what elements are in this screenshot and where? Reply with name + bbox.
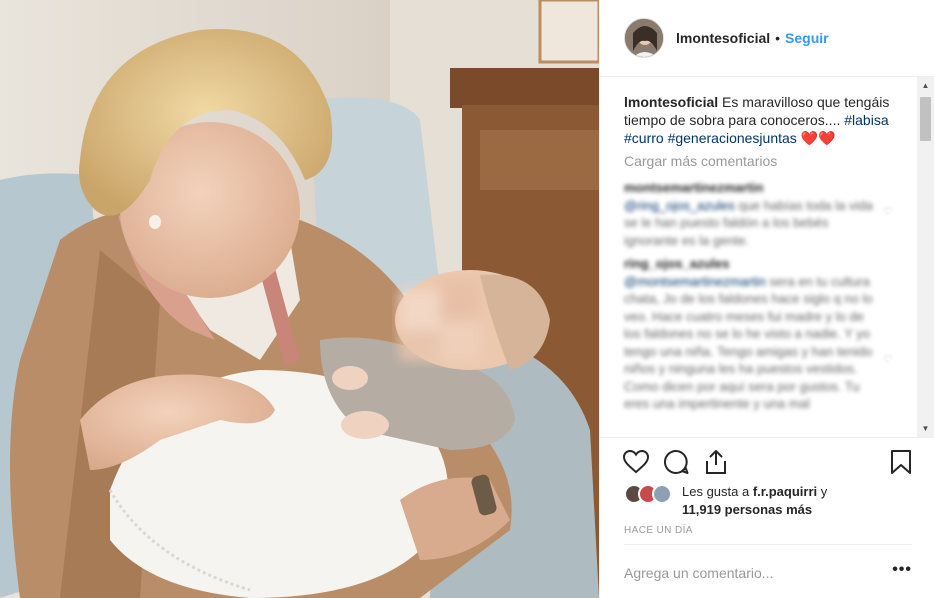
post-photo[interactable] (0, 0, 599, 598)
post-header: lmontesoficial • Seguir (600, 0, 934, 77)
more-options-icon[interactable]: ••• (892, 561, 912, 579)
scroll-up-arrow-icon[interactable]: ▲ (917, 77, 934, 94)
comment-bubble-icon[interactable] (662, 448, 690, 476)
scrollbar-thumb[interactable] (920, 97, 931, 141)
bookmark-icon[interactable] (887, 448, 915, 476)
header-username[interactable]: lmontesoficial (676, 30, 770, 46)
comment-text: sera en tu cultura chata, Jo de los fald… (624, 273, 873, 412)
likers-avatars[interactable] (624, 484, 676, 504)
comments-scrollbar[interactable]: ▲ ▼ (917, 77, 934, 437)
comment-input[interactable]: Agrega un comentario... (624, 565, 773, 581)
comment-like-icon[interactable]: ♡ (883, 205, 893, 218)
add-comment-section: Agrega un comentario... ••• (624, 544, 912, 598)
likes-summary: Les gusta a f.r.paquirri y 11,919 person… (682, 483, 882, 519)
follow-button[interactable]: Seguir (785, 30, 829, 46)
comment-item: ring_ojos_azules @montsemartinezmartin s… (624, 255, 874, 413)
likes-conjunction: y (820, 484, 828, 499)
post-timestamp[interactable]: HACE UN DÍA (624, 525, 693, 536)
comment-mention[interactable]: @ring_ojos_azules (624, 198, 735, 213)
caption: lmontesoficial Es maravilloso que tengái… (624, 93, 894, 147)
likes-suffix[interactable]: personas más (725, 502, 812, 517)
photo-illustration (0, 0, 599, 598)
comment-username[interactable]: ring_ojos_azules (624, 256, 729, 271)
comment-item: montsemartinezmartin @ring_ojos_azules q… (624, 179, 874, 249)
share-icon[interactable] (702, 448, 730, 476)
hashtag-curro[interactable]: #curro (624, 130, 664, 146)
likes-section: Les gusta a f.r.paquirri y 11,919 person… (624, 481, 914, 517)
heart-emoji: ❤️❤️ (800, 130, 836, 146)
avatar[interactable] (624, 18, 664, 58)
caption-username[interactable]: lmontesoficial (624, 94, 718, 110)
load-more-comments-button[interactable]: Cargar más comentarios (624, 153, 777, 169)
comments-list[interactable]: lmontesoficial Es maravilloso que tengái… (600, 77, 934, 437)
post-details-panel: lmontesoficial • Seguir lmontesoficial E… (599, 0, 934, 598)
action-bar (600, 437, 934, 487)
hashtag-generacionesjuntas[interactable]: #generacionesjuntas (668, 130, 797, 146)
likes-count[interactable]: 11,919 (682, 502, 721, 517)
header-separator: • (775, 30, 781, 46)
liker-username[interactable]: f.r.paquirri (753, 484, 817, 499)
likes-prefix: Les gusta a (682, 484, 750, 499)
scroll-down-arrow-icon[interactable]: ▼ (917, 420, 934, 437)
comment-like-icon[interactable]: ♡ (883, 353, 893, 366)
comment-username[interactable]: montsemartinezmartin (624, 180, 763, 195)
liker-avatar (652, 484, 672, 504)
hashtag-labisa[interactable]: #labisa (844, 112, 888, 128)
comment-mention[interactable]: @montsemartinezmartin (624, 274, 766, 289)
avatar-image (625, 19, 663, 57)
heart-outline-icon[interactable] (622, 448, 650, 476)
